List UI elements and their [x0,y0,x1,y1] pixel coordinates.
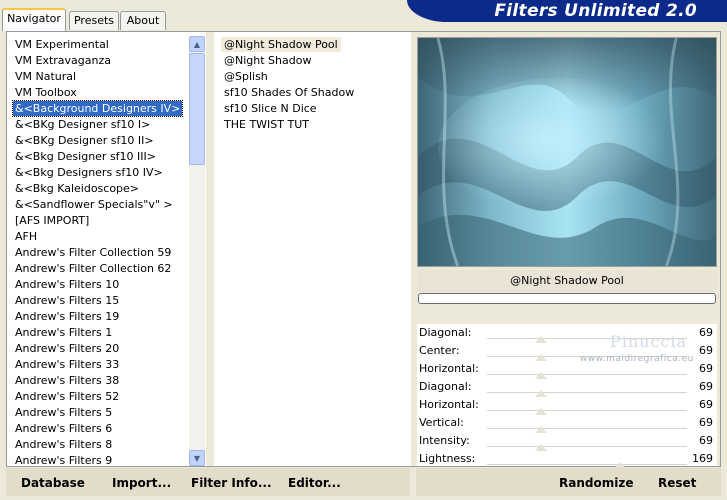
tab-navigator[interactable]: Navigator [2,8,66,31]
filter-item[interactable]: sf10 Slice N Dice [221,101,320,116]
filter-info-button[interactable]: Filter Info... [191,476,272,490]
parameter-value: 69 [699,362,713,375]
filter-item[interactable]: @Night Shadow Pool [221,37,341,52]
category-scrollbar[interactable]: ▲ ▼ [189,36,205,466]
category-item[interactable]: &<BKg Designer sf10 I> [13,117,152,132]
parameter-row[interactable]: Vertical: 69 [417,414,717,433]
parameter-value: 69 [699,344,713,357]
parameter-value: 69 [699,434,713,447]
parameter-label: Lightness: [419,452,476,465]
parameter-row[interactable]: Intensity: 69 [417,432,717,451]
category-item[interactable]: AFH [13,229,39,244]
preview-image [418,38,716,266]
category-item[interactable]: &<Sandflower Specials"v" > [13,197,175,212]
category-item[interactable]: Andrew's Filters 38 [13,373,121,388]
preview-frame [417,37,717,267]
filter-item[interactable]: @Splish [221,69,271,84]
slider-track[interactable] [487,464,687,465]
navigator-panel: VM Experimental VM Extravaganza VM Natural… [6,31,721,469]
watermark-name: Pinuccia [610,332,688,351]
category-list[interactable]: VM Experimental VM Extravaganza VM Natural… [7,32,192,466]
category-item[interactable]: VM Extravaganza [13,53,113,68]
category-item[interactable]: Andrew's Filters 52 [13,389,121,404]
category-item[interactable]: Andrew's Filters 15 [13,293,121,308]
category-item[interactable]: Andrew's Filters 33 [13,357,121,372]
tab-presets[interactable]: Presets [69,11,119,30]
slider-track[interactable] [487,374,687,375]
progress-bar [418,293,716,304]
slider-track[interactable] [487,392,687,393]
category-item[interactable]: &<Background Designers IV> [11,100,184,117]
chevron-up-icon: ▲ [193,39,201,49]
randomize-button[interactable]: Randomize [559,476,633,490]
parameter-value: 69 [699,380,713,393]
category-item[interactable]: Andrew's Filters 5 [13,405,114,420]
scroll-thumb[interactable] [189,53,205,165]
parameter-value: 69 [699,416,713,429]
category-item[interactable]: [AFS IMPORT] [13,213,91,228]
app-title: Filters Unlimited 2.0 [494,1,697,21]
parameter-row[interactable]: Lightness: 169 [417,450,717,469]
parameter-label: Diagonal: [419,326,472,339]
category-item[interactable]: &<Bkg Kaleidoscope> [13,181,141,196]
parameter-label: Diagonal: [419,380,472,393]
filter-item[interactable]: sf10 Shades Of Shadow [221,85,357,100]
bottom-left-bar: Database Import... Filter Info... Editor… [6,468,410,496]
category-item[interactable]: Andrew's Filter Collection 59 [13,245,173,260]
parameter-label: Center: [419,344,460,357]
parameter-label: Vertical: [419,416,464,429]
import-button[interactable]: Import... [112,476,171,490]
category-item[interactable]: Andrew's Filters 8 [13,437,114,452]
category-item[interactable]: &<Bkg Designer sf10 III> [13,149,158,164]
preview-area: @Night Shadow Pool Diagonal: 69 Center: 69 H… [411,32,720,469]
category-item[interactable]: &<Bkg Designers sf10 IV> [13,165,165,180]
filter-list[interactable]: @Night Shadow Pool @Night Shadow @Splish sf… [215,32,411,466]
parameter-label: Intensity: [419,434,470,447]
category-item[interactable]: Andrew's Filters 6 [13,421,114,436]
bottom-right-bar: Randomize Reset [416,468,721,496]
filter-item[interactable]: THE TWIST TUT [221,117,312,132]
category-item[interactable]: Andrew's Filters 20 [13,341,121,356]
parameter-row[interactable]: Diagonal: 69 [417,378,717,397]
parameter-row[interactable]: Horizontal: 69 [417,396,717,415]
category-item[interactable]: Andrew's Filters 19 [13,309,121,324]
slider-track[interactable] [487,428,687,429]
current-filter-name: @Night Shadow Pool [417,270,717,292]
watermark-site: www.maidiregrafica.eu [580,354,694,364]
category-item[interactable]: Andrew's Filters 10 [13,277,121,292]
category-item[interactable]: Andrew's Filters 1 [13,325,114,340]
database-button[interactable]: Database [21,476,85,490]
bottom-toolbar: Database Import... Filter Info... Editor… [6,468,721,496]
category-item[interactable]: VM Experimental [13,37,111,52]
scroll-up-button[interactable]: ▲ [189,36,205,52]
category-item[interactable]: VM Natural [13,69,78,84]
scroll-down-button[interactable]: ▼ [189,450,205,466]
category-item[interactable]: VM Toolbox [13,85,79,100]
parameter-label: Horizontal: [419,398,479,411]
parameter-value: 169 [692,452,713,465]
category-item[interactable]: &<BKg Designer sf10 II> [13,133,156,148]
category-item[interactable]: Andrew's Filters 9 [13,453,114,466]
category-item[interactable]: Andrew's Filter Collection 62 [13,261,173,276]
tab-about[interactable]: About [120,11,166,30]
filter-item[interactable]: @Night Shadow [221,53,314,68]
slider-track[interactable] [487,446,687,447]
parameter-value: 69 [699,398,713,411]
parameter-label: Horizontal: [419,362,479,375]
editor-button[interactable]: Editor... [288,476,341,490]
reset-button[interactable]: Reset [658,476,696,490]
panel-divider [206,32,214,466]
parameter-value: 69 [699,326,713,339]
chevron-down-icon: ▼ [193,453,201,463]
slider-track[interactable] [487,410,687,411]
